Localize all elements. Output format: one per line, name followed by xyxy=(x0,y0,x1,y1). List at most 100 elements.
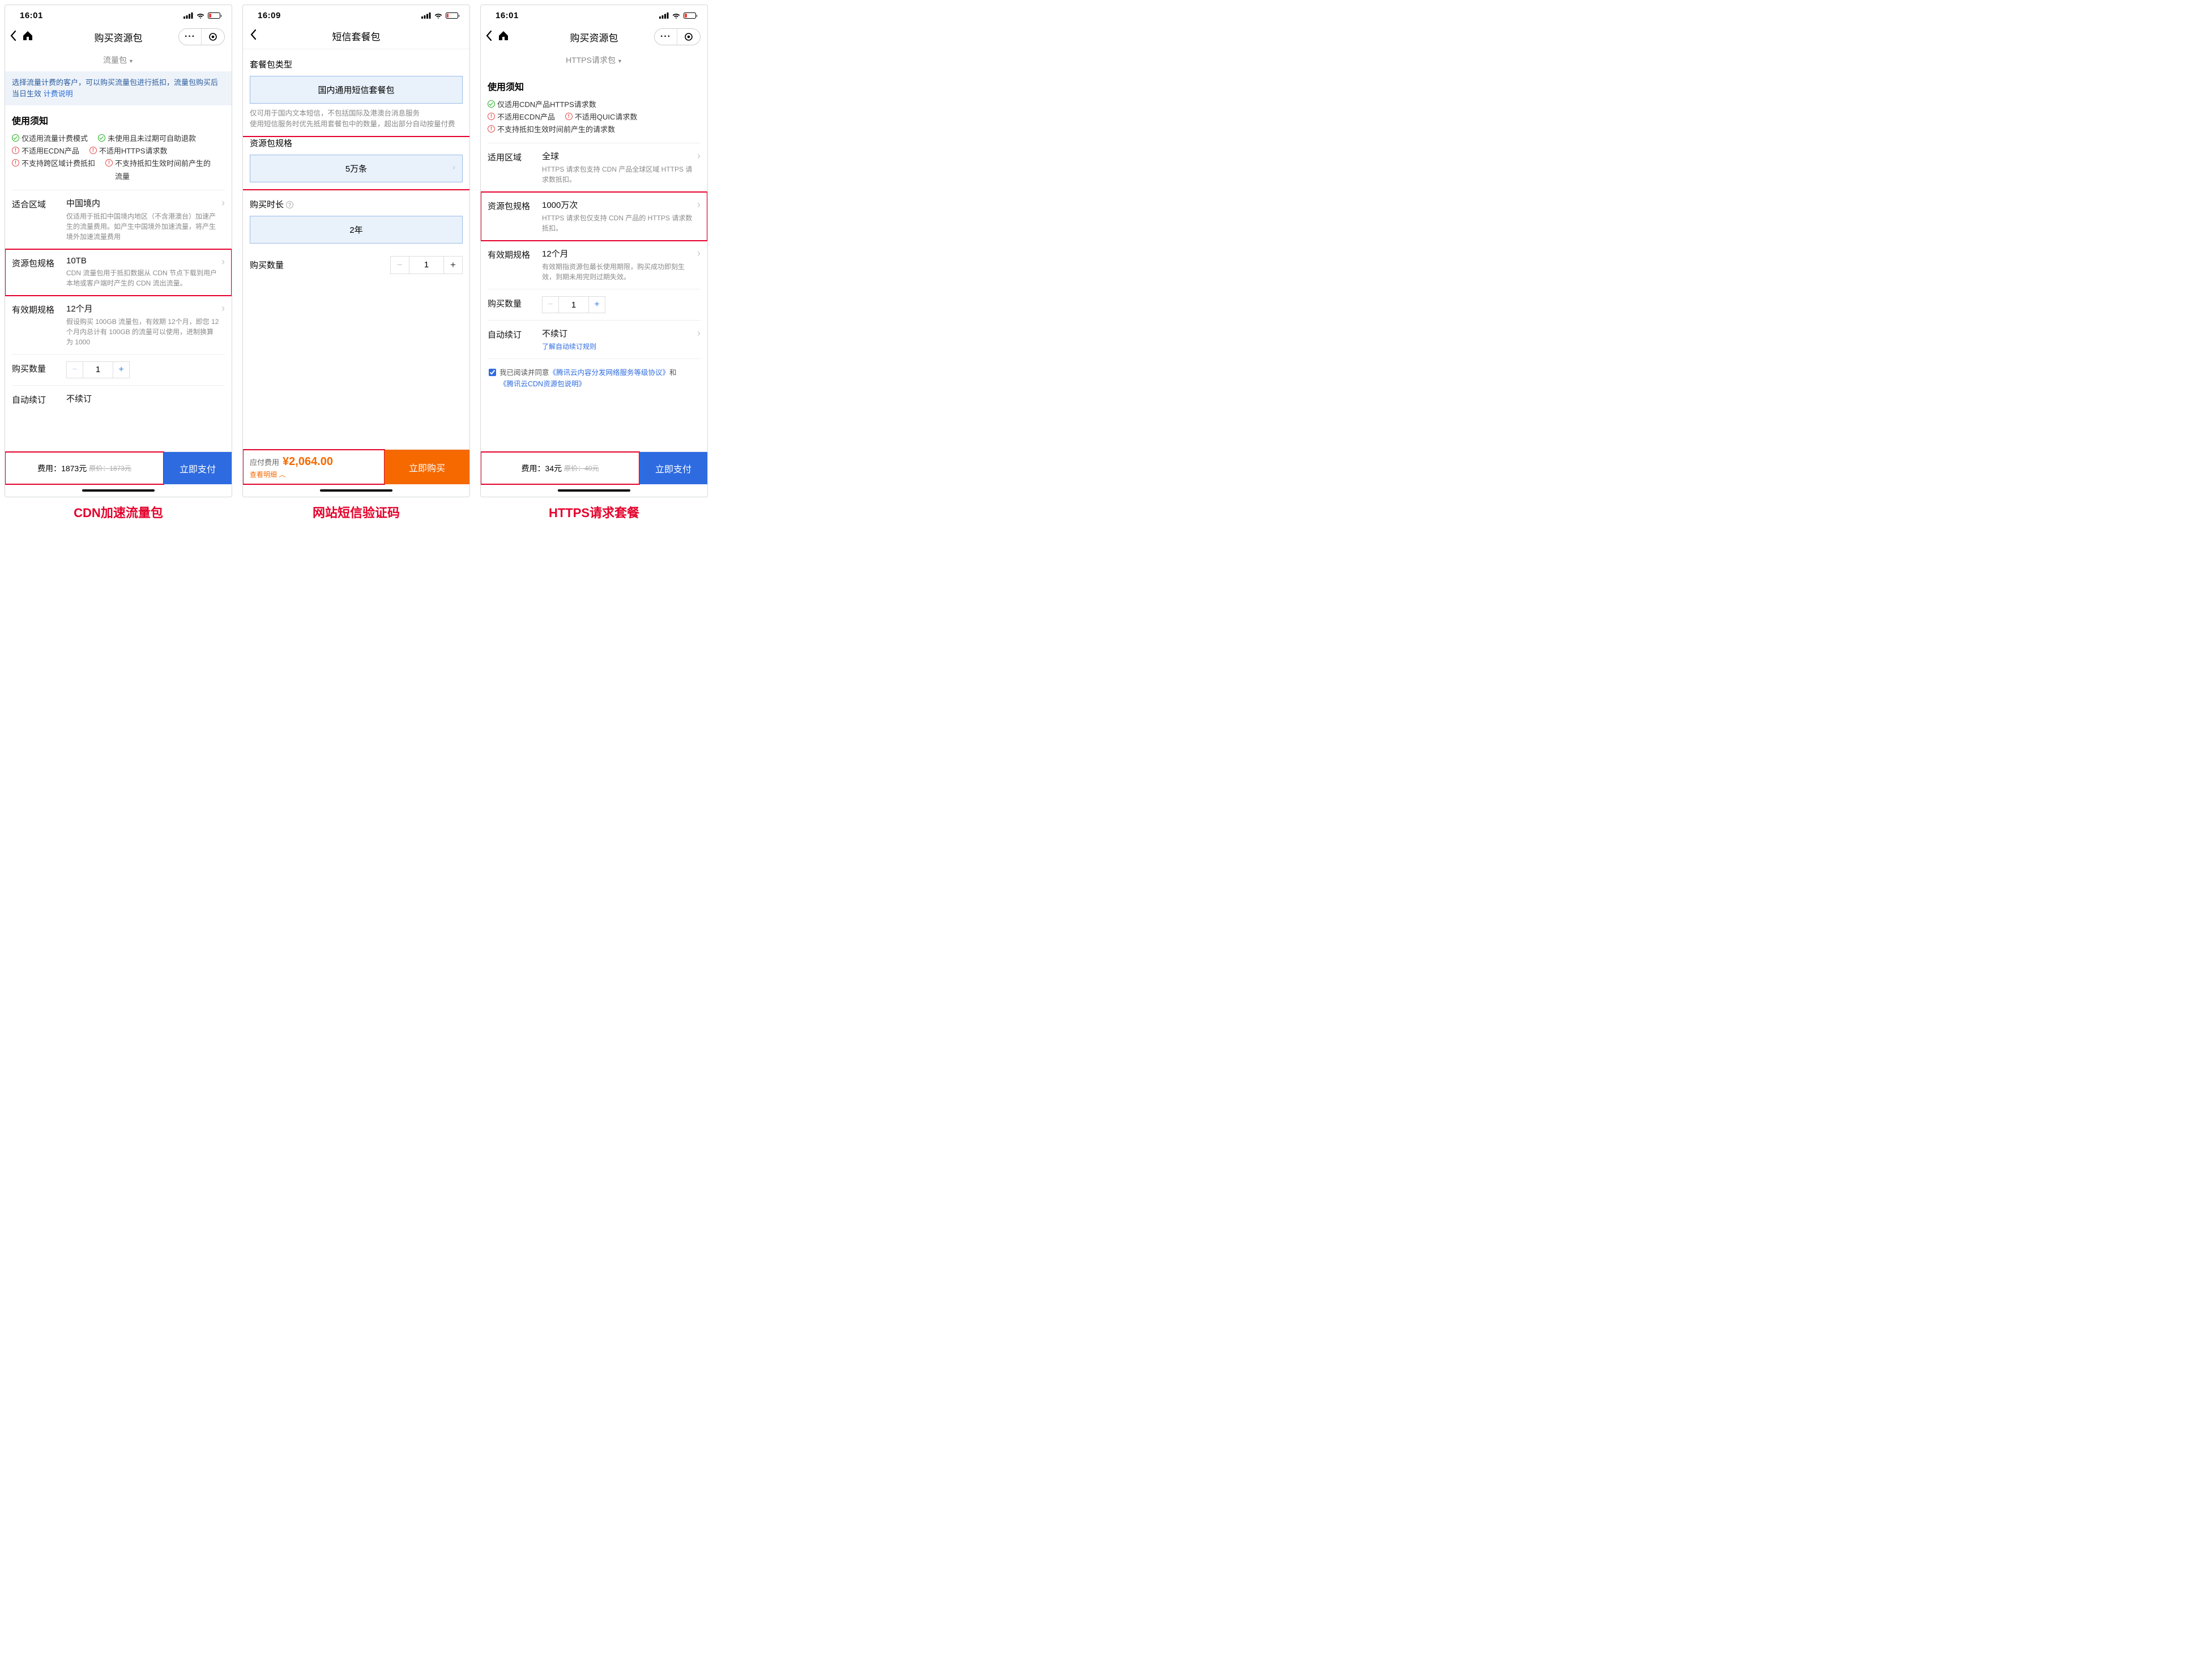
row-spec[interactable]: 资源包规格 10TBCDN 流量包用于抵扣数据从 CDN 节点下载到用户本地或客… xyxy=(5,249,232,296)
home-icon[interactable] xyxy=(497,30,510,44)
signal-icon xyxy=(421,12,431,19)
qty-plus[interactable]: + xyxy=(443,256,463,274)
fee-display: 费用：1873元原价：1873元 xyxy=(5,452,164,484)
type-selector[interactable]: 国内通用短信套餐包 xyxy=(250,76,463,104)
billing-link[interactable]: 计费说明 xyxy=(44,89,73,98)
status-bar: 16:01 19 xyxy=(5,5,232,24)
pay-button[interactable]: 立即支付 xyxy=(164,452,232,484)
more-icon: ··· xyxy=(179,29,202,45)
qty-label: 购买数量 xyxy=(250,259,284,271)
type-hint: 仅可用于国内文本短信，不包括国际及港澳台消息服务 使用短信服务时优先抵用套餐包中… xyxy=(250,108,463,130)
status-bar: 16:09 16 xyxy=(243,5,469,24)
chevron-right-icon: › xyxy=(221,302,225,314)
fee-display: 费用：34元原价：40元 xyxy=(481,452,639,484)
wifi-icon xyxy=(196,12,205,19)
type-label: 套餐包类型 xyxy=(250,58,463,70)
view-detail-link[interactable]: 查看明细 ︿ xyxy=(250,470,378,479)
close-target-icon xyxy=(202,29,224,45)
phone-sms: 16:09 16 短信套餐包 套餐包类型 国内通用短信套餐包 仅可用于国内文本短… xyxy=(242,5,470,497)
duration-selector[interactable]: 2年 xyxy=(250,216,463,244)
signal-icon xyxy=(183,12,193,19)
check-icon xyxy=(488,100,495,108)
quantity-stepper[interactable]: −+ xyxy=(390,256,463,274)
agree-checkbox[interactable] xyxy=(489,369,496,376)
qty-input[interactable] xyxy=(409,256,443,274)
usage-notes: 仅适用流量计费模式 未使用且未过期可自助退款 不适用ECDN产品 不适用HTTP… xyxy=(12,133,225,182)
home-indicator xyxy=(481,484,707,497)
phone-https: 16:01 19 购买资源包 ··· HTTPS请求包▼ 使用须知 仅适用CDN… xyxy=(480,5,708,497)
renew-rules-link[interactable]: 了解自动续订规则 xyxy=(542,343,596,351)
chevron-right-icon: › xyxy=(452,163,455,172)
home-indicator xyxy=(243,484,469,497)
spec-selector[interactable]: 5万条› xyxy=(250,155,463,182)
chevron-right-icon: › xyxy=(697,150,701,162)
chevron-down-icon: ▼ xyxy=(617,58,622,64)
warn-icon xyxy=(89,147,97,154)
nav-bar: 购买资源包 ··· xyxy=(481,24,707,51)
fee-display: 应付费用¥2,064.00 查看明细 ︿ xyxy=(243,450,385,484)
footer-bar: 费用：1873元原价：1873元 立即支付 xyxy=(5,451,232,484)
help-icon[interactable]: ? xyxy=(286,201,293,208)
pay-button[interactable]: 立即支付 xyxy=(639,452,707,484)
chevron-down-icon: ▼ xyxy=(129,58,134,64)
nav-bar: 短信套餐包 xyxy=(243,24,469,49)
qty-plus[interactable]: + xyxy=(113,361,130,378)
back-icon[interactable] xyxy=(485,30,493,44)
quantity-stepper[interactable]: −+ xyxy=(66,361,225,378)
page-title: 短信套餐包 xyxy=(243,29,469,43)
chevron-right-icon: › xyxy=(221,197,225,209)
buy-button[interactable]: 立即购买 xyxy=(385,450,469,484)
quantity-stepper[interactable]: −+ xyxy=(542,296,701,313)
warn-icon xyxy=(12,159,19,167)
status-time: 16:01 xyxy=(20,11,43,20)
captions-row: CDN加速流量包 网站短信验证码 HTTPS请求套餐 xyxy=(5,503,2207,521)
battery-icon: 19 xyxy=(684,12,698,19)
home-icon[interactable] xyxy=(22,30,34,44)
status-bar: 16:01 19 xyxy=(481,5,707,24)
row-quantity: 购买数量 −+ xyxy=(488,289,701,321)
warn-icon xyxy=(488,125,495,133)
chevron-right-icon: › xyxy=(221,256,225,268)
mini-program-capsule[interactable]: ··· xyxy=(178,28,225,45)
back-icon[interactable] xyxy=(10,30,17,44)
row-renew[interactable]: 自动续订 不续订 xyxy=(12,386,225,412)
phone-cdn: 16:01 19 购买资源包 ··· 流量包▼ 选择流量计费的客户，可以购买流量… xyxy=(5,5,232,497)
qty-input[interactable] xyxy=(559,296,588,313)
pkg-doc-link[interactable]: 《腾讯云CDN资源包说明》 xyxy=(499,380,586,388)
close-target-icon xyxy=(677,29,700,45)
caption-1: CDN加速流量包 xyxy=(5,503,232,521)
row-region[interactable]: 适合区域 中国境内仅适用于抵扣中国境内地区（不含港澳台）加速产生的流量费用。如产… xyxy=(12,190,225,249)
battery-icon: 16 xyxy=(446,12,460,19)
info-banner: 选择流量计费的客户，可以购买流量包进行抵扣，流量包购买后当日生效 计费说明 xyxy=(5,71,232,105)
row-quantity: 购买数量 −+ xyxy=(12,355,225,386)
row-validity[interactable]: 有效期规格 12个月假设购买 100GB 流量包，有效期 12个月，即您 12 … xyxy=(12,296,225,355)
caption-2: 网站短信验证码 xyxy=(242,503,470,521)
qty-input[interactable] xyxy=(83,361,113,378)
qty-minus[interactable]: − xyxy=(66,361,83,378)
subnav-selector[interactable]: HTTPS请求包▼ xyxy=(481,51,707,71)
sla-link[interactable]: 《腾讯云内容分发网络服务等级协议》 xyxy=(549,369,670,377)
warn-icon xyxy=(488,113,495,120)
qty-minus[interactable]: − xyxy=(542,296,559,313)
chevron-right-icon: › xyxy=(697,327,701,339)
check-icon xyxy=(98,134,105,142)
usage-notes: 仅适用CDN产品HTTPS请求数 不适用ECDN产品 不适用QUIC请求数 不支… xyxy=(488,99,701,136)
subnav-selector[interactable]: 流量包▼ xyxy=(5,51,232,71)
back-icon[interactable] xyxy=(250,29,257,43)
home-indicator xyxy=(5,484,232,497)
qty-minus[interactable]: − xyxy=(390,256,409,274)
mini-program-capsule[interactable]: ··· xyxy=(654,28,701,45)
chevron-up-icon: ︿ xyxy=(279,471,285,479)
qty-plus[interactable]: + xyxy=(588,296,605,313)
row-renew[interactable]: 自动续订 不续订了解自动续订规则 › xyxy=(488,321,701,359)
warn-icon xyxy=(565,113,573,120)
footer-bar: 应付费用¥2,064.00 查看明细 ︿ 立即购买 xyxy=(243,449,469,484)
warn-icon xyxy=(12,147,19,154)
usage-notes-title: 使用须知 xyxy=(12,113,225,127)
row-region[interactable]: 适用区域 全球HTTPS 请求包支持 CDN 产品全球区域 HTTPS 请求数抵… xyxy=(488,143,701,192)
row-spec[interactable]: 资源包规格 1000万次HTTPS 请求包仅支持 CDN 产品的 HTTPS 请… xyxy=(481,192,707,241)
caption-3: HTTPS请求套餐 xyxy=(480,503,708,521)
more-icon: ··· xyxy=(655,29,677,45)
row-validity[interactable]: 有效期规格 12个月有效期指资源包最长使用期限，购买成功即刻生效，到期未用完则过… xyxy=(488,241,701,289)
wifi-icon xyxy=(434,12,443,19)
